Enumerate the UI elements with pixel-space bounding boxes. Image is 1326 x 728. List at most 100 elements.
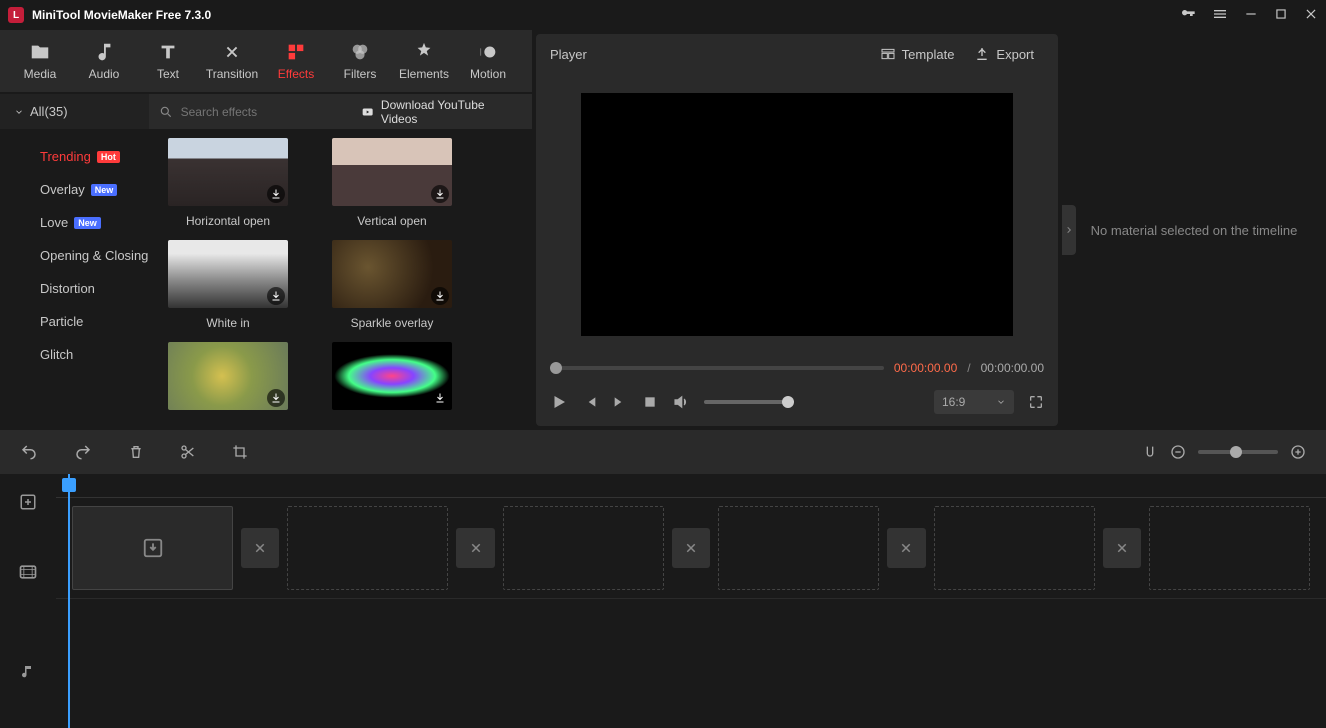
delete-button[interactable] xyxy=(128,444,144,460)
cat-overlay[interactable]: OverlayNew xyxy=(0,173,154,206)
effects-grid[interactable]: Horizontal open Vertical open White in S… xyxy=(154,130,532,426)
timeline-toolbar xyxy=(0,430,1326,474)
chevron-down-icon xyxy=(996,397,1006,407)
youtube-label: Download YouTube Videos xyxy=(381,98,518,126)
youtube-link[interactable]: Download YouTube Videos xyxy=(346,98,532,126)
transition-slot[interactable] xyxy=(672,528,710,568)
effect-card[interactable]: Vertical open xyxy=(332,138,452,228)
transition-slot[interactable] xyxy=(887,528,925,568)
tab-text[interactable]: Text xyxy=(136,31,200,91)
maximize-icon[interactable] xyxy=(1274,7,1288,24)
effect-card[interactable]: White in xyxy=(168,240,288,330)
seek-handle[interactable] xyxy=(550,362,562,374)
video-track[interactable] xyxy=(56,498,1326,598)
video-track-icon xyxy=(18,522,38,622)
crop-button[interactable] xyxy=(232,444,248,460)
clip-slot[interactable] xyxy=(1149,506,1310,590)
tab-effects[interactable]: Effects xyxy=(264,31,328,91)
clip-slot[interactable] xyxy=(287,506,448,590)
cat-love[interactable]: LoveNew xyxy=(0,206,154,239)
fullscreen-button[interactable] xyxy=(1028,394,1044,410)
search-input[interactable] xyxy=(181,105,336,119)
download-icon[interactable] xyxy=(431,389,449,407)
effect-card[interactable]: Horizontal open xyxy=(168,138,288,228)
audio-track[interactable] xyxy=(56,598,1326,658)
export-icon xyxy=(974,46,990,62)
zoom-out-button[interactable] xyxy=(1170,444,1186,460)
download-icon[interactable] xyxy=(431,185,449,203)
cat-distortion[interactable]: Distortion xyxy=(0,272,154,305)
preview-viewport[interactable] xyxy=(581,93,1013,336)
tab-filters[interactable]: Filters xyxy=(328,31,392,91)
volume-slider[interactable] xyxy=(704,400,794,404)
clip-slot[interactable] xyxy=(718,506,879,590)
effect-name: Vertical open xyxy=(357,214,426,228)
transition-slot[interactable] xyxy=(241,528,279,568)
zoom-handle[interactable] xyxy=(1230,446,1242,458)
main-toolbar: Media Audio Text Transition Effects Filt… xyxy=(0,30,532,94)
next-button[interactable] xyxy=(612,394,628,410)
collapse-handle[interactable] xyxy=(1062,205,1076,255)
clip-slot[interactable] xyxy=(934,506,1095,590)
cat-label: Distortion xyxy=(40,281,95,296)
add-track-button[interactable] xyxy=(19,482,37,522)
effect-thumb xyxy=(332,342,452,410)
cat-opening[interactable]: Opening & Closing xyxy=(0,239,154,272)
download-icon[interactable] xyxy=(267,389,285,407)
key-icon[interactable] xyxy=(1180,6,1196,25)
cat-trending[interactable]: TrendingHot xyxy=(0,140,154,173)
clip-slot[interactable] xyxy=(503,506,664,590)
download-icon[interactable] xyxy=(267,287,285,305)
stop-button[interactable] xyxy=(642,394,658,410)
tab-elements[interactable]: Elements xyxy=(392,31,456,91)
split-button[interactable] xyxy=(180,444,196,460)
volume-button[interactable] xyxy=(672,393,690,411)
effect-card[interactable] xyxy=(332,342,452,418)
prev-button[interactable] xyxy=(582,394,598,410)
transition-slot[interactable] xyxy=(1103,528,1141,568)
aspect-select[interactable]: 16:9 xyxy=(934,390,1014,414)
player-panel: Player Template Export 00:00:00.00 / 00:… xyxy=(536,34,1058,426)
play-button[interactable] xyxy=(550,393,568,411)
download-icon[interactable] xyxy=(431,287,449,305)
empty-message: No material selected on the timeline xyxy=(1091,223,1298,238)
minimize-icon[interactable] xyxy=(1244,7,1258,24)
cat-glitch[interactable]: Glitch xyxy=(0,338,154,371)
cat-label: Love xyxy=(40,215,68,230)
all-button[interactable]: All(35) xyxy=(0,94,149,129)
time-total: 00:00:00.00 xyxy=(981,361,1044,375)
tab-media[interactable]: Media xyxy=(8,31,72,91)
effect-name: Horizontal open xyxy=(186,214,270,228)
effect-name: White in xyxy=(206,316,249,330)
tab-media-label: Media xyxy=(24,67,57,81)
transition-slot[interactable] xyxy=(456,528,494,568)
badge-hot: Hot xyxy=(97,151,120,163)
snap-button[interactable] xyxy=(1142,444,1158,460)
undo-button[interactable] xyxy=(20,443,38,461)
cat-label: Particle xyxy=(40,314,83,329)
clip-slot[interactable] xyxy=(72,506,233,590)
tab-transition[interactable]: Transition xyxy=(200,31,264,91)
close-icon[interactable] xyxy=(1304,7,1318,24)
chevron-down-icon xyxy=(14,107,24,117)
tab-audio[interactable]: Audio xyxy=(72,31,136,91)
tab-motion[interactable]: Motion xyxy=(456,31,520,91)
zoom-in-button[interactable] xyxy=(1290,444,1306,460)
download-icon[interactable] xyxy=(267,185,285,203)
effect-card[interactable] xyxy=(168,342,288,418)
menu-icon[interactable] xyxy=(1212,6,1228,25)
seek-slider[interactable] xyxy=(550,366,884,370)
volume-handle[interactable] xyxy=(782,396,794,408)
template-label: Template xyxy=(902,47,955,62)
export-button[interactable]: Export xyxy=(964,46,1044,62)
effect-card[interactable]: Sparkle overlay xyxy=(332,240,452,330)
aspect-value: 16:9 xyxy=(942,395,965,409)
timeline-tracks[interactable] xyxy=(56,474,1326,728)
redo-button[interactable] xyxy=(74,443,92,461)
tab-audio-label: Audio xyxy=(89,67,120,81)
zoom-slider[interactable] xyxy=(1198,450,1278,454)
timeline-ruler[interactable] xyxy=(56,474,1326,498)
template-button[interactable]: Template xyxy=(870,46,965,62)
cat-particle[interactable]: Particle xyxy=(0,305,154,338)
playhead[interactable] xyxy=(68,474,70,728)
